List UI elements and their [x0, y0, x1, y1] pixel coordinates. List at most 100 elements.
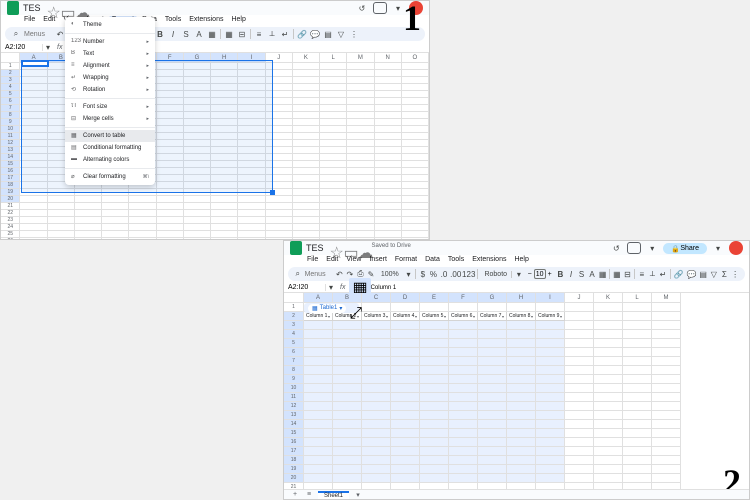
- table-cell[interactable]: [507, 393, 536, 402]
- table-cell[interactable]: [391, 474, 420, 483]
- cell[interactable]: [507, 303, 536, 312]
- comment-icon[interactable]: 💬: [310, 29, 320, 39]
- table-cell[interactable]: [536, 348, 565, 357]
- cell[interactable]: [375, 147, 402, 154]
- table-cell[interactable]: [420, 357, 449, 366]
- table-cell[interactable]: [507, 456, 536, 465]
- cell[interactable]: [402, 105, 429, 112]
- table-cell[interactable]: [420, 429, 449, 438]
- col-header[interactable]: G: [478, 293, 507, 303]
- cell[interactable]: [623, 420, 652, 429]
- cell[interactable]: [402, 91, 429, 98]
- cell[interactable]: [347, 224, 374, 231]
- cell[interactable]: [565, 303, 594, 312]
- cell[interactable]: [184, 119, 211, 126]
- cell[interactable]: [565, 384, 594, 393]
- cell[interactable]: [129, 210, 156, 217]
- cell[interactable]: [347, 63, 374, 70]
- table-cell[interactable]: [333, 357, 362, 366]
- cell[interactable]: [293, 91, 320, 98]
- cell[interactable]: [238, 196, 265, 203]
- table-header-cell[interactable]: Column 3▾: [362, 312, 391, 321]
- cell[interactable]: [75, 224, 102, 231]
- cell[interactable]: [102, 189, 129, 196]
- cell[interactable]: [594, 420, 623, 429]
- table-cell[interactable]: [478, 339, 507, 348]
- cell[interactable]: [238, 168, 265, 175]
- cell[interactable]: [266, 126, 293, 133]
- cell[interactable]: [266, 224, 293, 231]
- cell[interactable]: [402, 231, 429, 238]
- cell[interactable]: [238, 224, 265, 231]
- cell[interactable]: [320, 189, 347, 196]
- table-cell[interactable]: [420, 375, 449, 384]
- table-cell[interactable]: [478, 411, 507, 420]
- table-cell[interactable]: [449, 456, 478, 465]
- cell[interactable]: [565, 402, 594, 411]
- cell[interactable]: [266, 133, 293, 140]
- filter-icon[interactable]: ▽: [336, 29, 346, 39]
- cell[interactable]: [420, 303, 449, 312]
- col-header[interactable]: F: [449, 293, 478, 303]
- cell[interactable]: [565, 312, 594, 321]
- cell[interactable]: [402, 168, 429, 175]
- table-cell[interactable]: [478, 375, 507, 384]
- cell[interactable]: [157, 84, 184, 91]
- cell[interactable]: [75, 210, 102, 217]
- cell[interactable]: [293, 147, 320, 154]
- table-cell[interactable]: [420, 438, 449, 447]
- table-cell[interactable]: [391, 438, 420, 447]
- cell[interactable]: [320, 203, 347, 210]
- cell[interactable]: [266, 70, 293, 77]
- table-cell[interactable]: [362, 330, 391, 339]
- cell[interactable]: [184, 210, 211, 217]
- cell[interactable]: [293, 70, 320, 77]
- col-header[interactable]: J: [565, 293, 594, 303]
- table-cell[interactable]: [478, 321, 507, 330]
- cell[interactable]: [157, 133, 184, 140]
- cell[interactable]: [594, 339, 623, 348]
- table-cell[interactable]: [333, 420, 362, 429]
- table-cell[interactable]: [449, 366, 478, 375]
- decimal-dec-icon[interactable]: .0: [440, 269, 448, 279]
- cell[interactable]: [594, 303, 623, 312]
- spreadsheet-grid[interactable]: A B C D E F G H I J K L M ▦Table1▾ ⤢ 12C…: [284, 293, 749, 493]
- cell[interactable]: [652, 366, 681, 375]
- link-icon[interactable]: 🔗: [297, 29, 307, 39]
- cell[interactable]: [652, 447, 681, 456]
- cell[interactable]: [402, 63, 429, 70]
- cell[interactable]: [102, 203, 129, 210]
- expand-icon[interactable]: ⤢: [349, 305, 355, 311]
- table-cell[interactable]: [507, 411, 536, 420]
- table-cell[interactable]: [362, 429, 391, 438]
- cell[interactable]: [320, 196, 347, 203]
- cell[interactable]: [157, 203, 184, 210]
- filter-icon[interactable]: ▽: [710, 269, 718, 279]
- table-cell[interactable]: [391, 411, 420, 420]
- cell[interactable]: [375, 161, 402, 168]
- cell[interactable]: [347, 126, 374, 133]
- cell[interactable]: [20, 231, 47, 238]
- cell[interactable]: [238, 182, 265, 189]
- fill-color-icon[interactable]: ▦: [207, 29, 217, 39]
- table-cell[interactable]: [391, 375, 420, 384]
- table-cell[interactable]: [449, 375, 478, 384]
- table-cell[interactable]: [507, 447, 536, 456]
- row-header[interactable]: 22: [1, 210, 20, 217]
- cell[interactable]: [347, 84, 374, 91]
- cell[interactable]: [402, 112, 429, 119]
- cell[interactable]: [184, 63, 211, 70]
- cell[interactable]: [184, 91, 211, 98]
- meet-icon[interactable]: [627, 242, 641, 254]
- table-cell[interactable]: [304, 339, 333, 348]
- row-header[interactable]: 5: [1, 91, 20, 98]
- cell[interactable]: [594, 465, 623, 474]
- cell[interactable]: [623, 366, 652, 375]
- font-dropdown-icon[interactable]: ▾: [515, 269, 523, 279]
- cell[interactable]: [20, 238, 47, 240]
- table-cell[interactable]: [304, 474, 333, 483]
- fill-color-icon[interactable]: ▦: [599, 269, 607, 279]
- col-header[interactable]: E: [420, 293, 449, 303]
- table-cell[interactable]: [507, 339, 536, 348]
- cell[interactable]: [652, 393, 681, 402]
